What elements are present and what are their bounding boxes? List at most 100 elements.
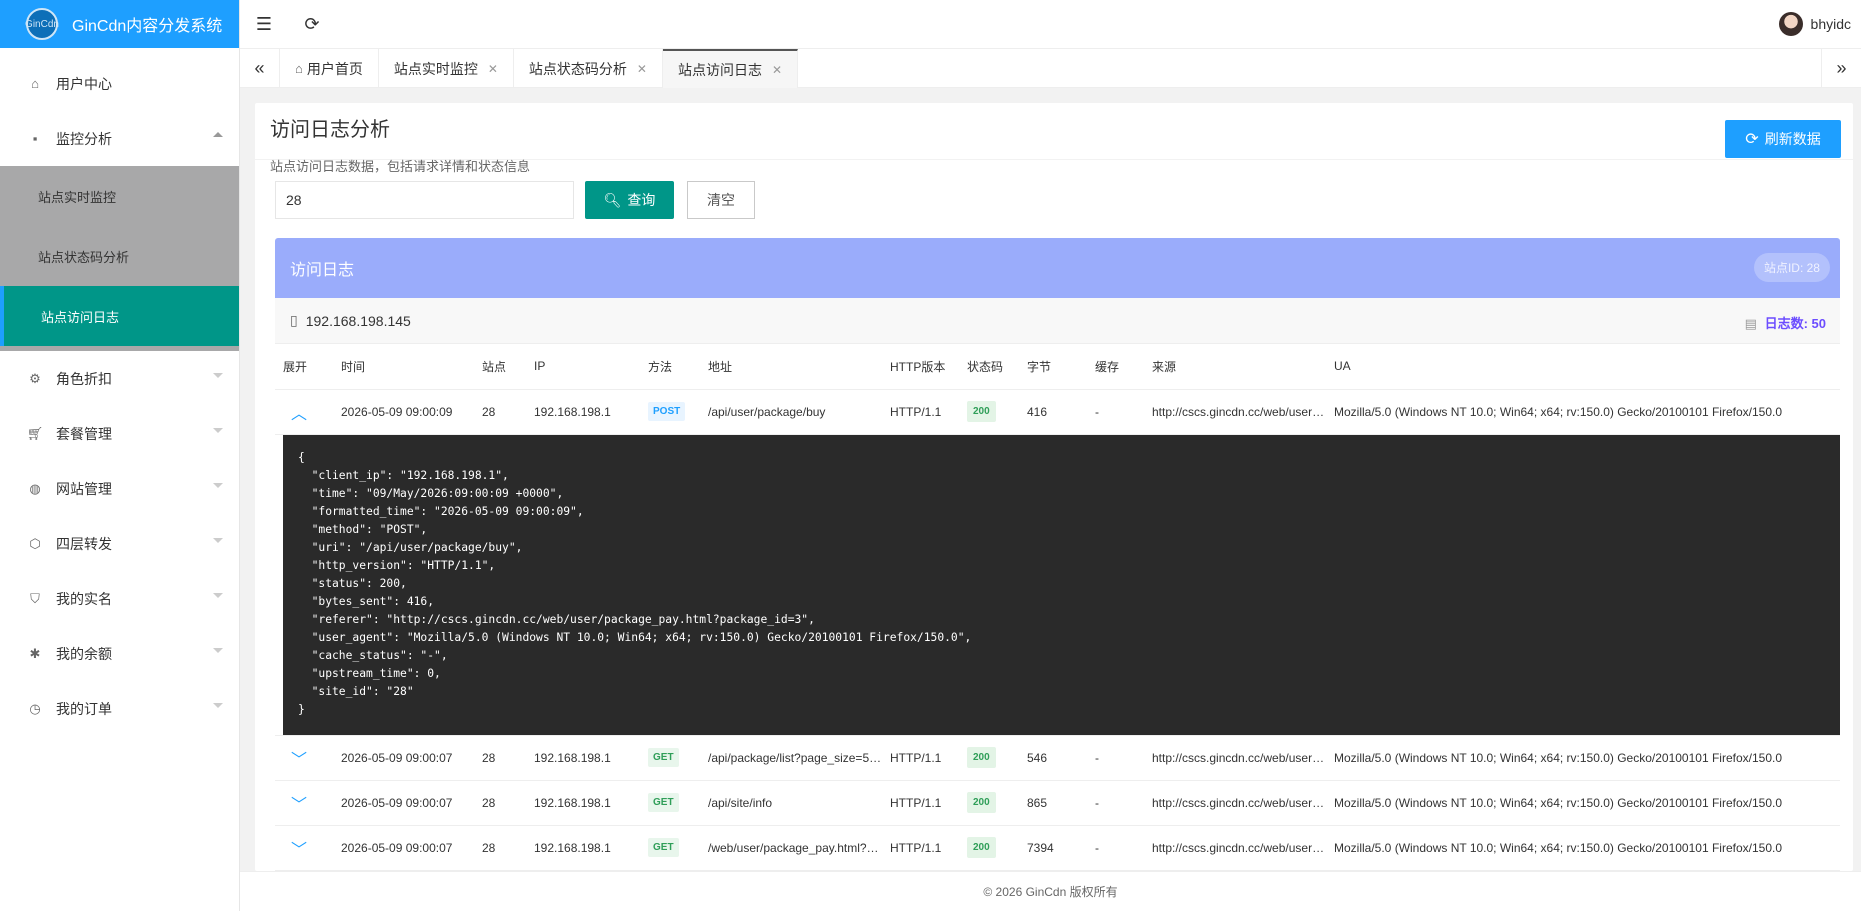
gear-icon: ⚙ xyxy=(29,370,41,386)
chevron-up-icon[interactable]: ︿ xyxy=(283,406,307,423)
cart-icon: 🛒︎ xyxy=(26,425,44,441)
cell-http-version: HTTP/1.1 xyxy=(882,825,959,871)
avatar xyxy=(1778,12,1803,36)
refresh-data-label: 刷新数据 xyxy=(1764,131,1821,147)
search-icon: 🔍︎ xyxy=(603,191,622,208)
cell-time: 2026-05-09 09:00:07 xyxy=(333,735,474,781)
column-header: 展开 xyxy=(275,344,333,390)
cell-cache: - xyxy=(1087,825,1144,871)
sidebar-item-user-center[interactable]: ⌂ 用户中心 xyxy=(0,56,239,111)
page-title: 访问日志分析 xyxy=(270,119,390,141)
chevron-down-icon xyxy=(213,648,223,653)
sidebar-item-realname[interactable]: ⛉ 我的实名 xyxy=(0,571,239,626)
sidebar-item-website[interactable]: ◍ 网站管理 xyxy=(0,461,239,516)
cell-uri: /web/user/package_pay.html?package_id=3 xyxy=(700,825,882,871)
menu-toggle-icon[interactable]: ☰ xyxy=(240,0,288,48)
cell-ip: 192.168.198.1 xyxy=(526,780,640,826)
tab-realtime-monitor[interactable]: 站点实时监控 ✕ xyxy=(379,49,514,88)
sidebar-item-status-analysis[interactable]: 站点状态码分析 xyxy=(0,226,239,286)
tabs-scroll-left-icon[interactable]: « xyxy=(240,49,280,88)
footer: © 2026 GinCdn 版权所有 xyxy=(240,871,1861,911)
chevron-down-icon[interactable]: ﹀ xyxy=(283,842,307,859)
cell-site: 28 xyxy=(474,825,526,871)
tabs-scroll-right-icon[interactable]: » xyxy=(1821,49,1861,88)
sidebar-item-label: 套餐管理 xyxy=(56,425,112,442)
cell-referer: http://cscs.gincdn.cc/web/user/package.h… xyxy=(1144,825,1326,871)
main-panel: 访问日志分析 站点访问日志数据，包括请求详情和状态信息 ⟳ 刷新数据 🔍︎ 查询… xyxy=(255,103,1853,871)
close-icon[interactable]: ✕ xyxy=(488,62,498,76)
cell-http-version: HTTP/1.1 xyxy=(882,780,959,826)
cell-time: 2026-05-09 09:00:09 xyxy=(333,389,474,435)
sidebar: GinCdn GinCdn内容分发系统 ⌂ 用户中心 ▪ 监控分析 站点实时监控… xyxy=(0,0,240,911)
refresh-data-button[interactable]: ⟳ 刷新数据 xyxy=(1725,120,1841,158)
tab-status-analysis[interactable]: 站点状态码分析 ✕ xyxy=(514,49,663,88)
shield-icon: ⛉ xyxy=(30,590,40,606)
cell-http-version: HTTP/1.1 xyxy=(882,735,959,781)
chevron-down-icon[interactable]: ﹀ xyxy=(283,752,307,769)
sidebar-item-label: 用户中心 xyxy=(56,75,112,92)
method-badge: GET xyxy=(648,838,679,857)
chevron-down-icon xyxy=(213,703,223,708)
clock-icon: ◷ xyxy=(29,700,41,716)
username: bhyidc xyxy=(1810,16,1851,32)
sidebar-item-balance[interactable]: ✱ 我的余额 xyxy=(0,626,239,681)
sidebar-item-l4-forward[interactable]: ⬡ 四层转发 xyxy=(0,516,239,571)
cell-bytes: 416 xyxy=(1019,389,1087,435)
refresh-icon[interactable]: ⟳ xyxy=(288,0,336,48)
column-header: 时间 xyxy=(333,344,474,390)
monitor-icon: ▪ xyxy=(32,131,38,146)
table-row[interactable]: ﹀ 2026-05-09 09:00:07 28 192.168.198.1 G… xyxy=(275,780,1840,826)
clear-button[interactable]: 清空 xyxy=(687,181,755,219)
cell-cache: - xyxy=(1087,780,1144,826)
log-count-text: 日志数: 50 xyxy=(1764,316,1826,331)
sidebar-menu: ⌂ 用户中心 ▪ 监控分析 站点实时监控 站点状态码分析 站点访问日志 ⚙ 角色… xyxy=(0,48,239,736)
user-menu[interactable]: bhyidc xyxy=(1778,0,1851,48)
sidebar-item-orders[interactable]: ◷ 我的订单 xyxy=(0,681,239,736)
cell-ip: 192.168.198.1 xyxy=(526,389,640,435)
app-logo[interactable]: GinCdn GinCdn内容分发系统 xyxy=(0,0,239,48)
top-header: ☰ ⟳ bhyidc xyxy=(240,0,1861,48)
cell-bytes: 546 xyxy=(1019,735,1087,781)
refresh-icon: ⟳ xyxy=(1745,131,1759,148)
cell-uri: /api/user/package/buy xyxy=(700,389,882,435)
monitor-submenu: 站点实时监控 站点状态码分析 站点访问日志 xyxy=(0,166,239,351)
host-ip: 192.168.198.145 xyxy=(305,312,411,329)
tab-label: 用户首页 xyxy=(306,60,363,77)
cell-ua: Mozilla/5.0 (Windows NT 10.0; Win64; x64… xyxy=(1326,389,1840,435)
shield-logo-icon: GinCdn xyxy=(25,8,59,40)
column-header: 缓存 xyxy=(1087,344,1144,390)
table-row[interactable]: ﹀ 2026-05-09 09:00:07 28 192.168.198.1 G… xyxy=(275,735,1840,781)
close-icon[interactable]: ✕ xyxy=(637,62,647,76)
tab-access-log[interactable]: 站点访问日志 ✕ xyxy=(662,49,799,88)
sidebar-item-role-discount[interactable]: ⚙ 角色折扣 xyxy=(0,351,239,406)
sidebar-item-realtime-monitor[interactable]: 站点实时监控 xyxy=(0,166,239,226)
cell-ip: 192.168.198.1 xyxy=(526,735,640,781)
site-id-input[interactable] xyxy=(275,181,574,219)
table-row[interactable]: ﹀ 2026-05-09 09:00:07 28 192.168.198.1 G… xyxy=(275,825,1840,871)
cell-uri: /api/site/info xyxy=(700,780,882,826)
sidebar-item-label: 我的余额 xyxy=(56,645,112,662)
query-button[interactable]: 🔍︎ 查询 xyxy=(585,181,674,219)
column-header: 状态码 xyxy=(959,344,1019,390)
sidebar-item-package[interactable]: 🛒︎ 套餐管理 xyxy=(0,406,239,461)
cell-bytes: 7394 xyxy=(1019,825,1087,871)
status-badge: 200 xyxy=(967,747,996,768)
column-header: 地址 xyxy=(700,344,882,390)
method-badge: GET xyxy=(648,793,679,812)
chevron-down-icon xyxy=(213,483,223,488)
page-subtitle: 站点访问日志数据，包括请求详情和状态信息 xyxy=(270,159,531,174)
cell-site: 28 xyxy=(474,780,526,826)
tab-label: 站点实时监控 xyxy=(393,60,478,77)
sidebar-item-access-log[interactable]: 站点访问日志 xyxy=(0,286,239,346)
cell-cache: - xyxy=(1087,389,1144,435)
sidebar-item-monitor[interactable]: ▪ 监控分析 xyxy=(0,111,239,166)
status-badge: 200 xyxy=(967,792,996,813)
table-row[interactable]: ︿ 2026-05-09 09:00:09 28 192.168.198.1 P… xyxy=(275,389,1840,435)
close-icon[interactable]: ✕ xyxy=(772,63,782,77)
tab-home[interactable]: ⌂ 用户首页 xyxy=(280,49,379,88)
home-icon: ⌂ xyxy=(31,76,39,91)
log-card-title: 访问日志 xyxy=(290,262,355,279)
tab-label: 站点访问日志 xyxy=(677,61,762,78)
site-id-badge: 站点ID: 28 xyxy=(1753,253,1830,282)
chevron-down-icon[interactable]: ﹀ xyxy=(283,797,307,814)
